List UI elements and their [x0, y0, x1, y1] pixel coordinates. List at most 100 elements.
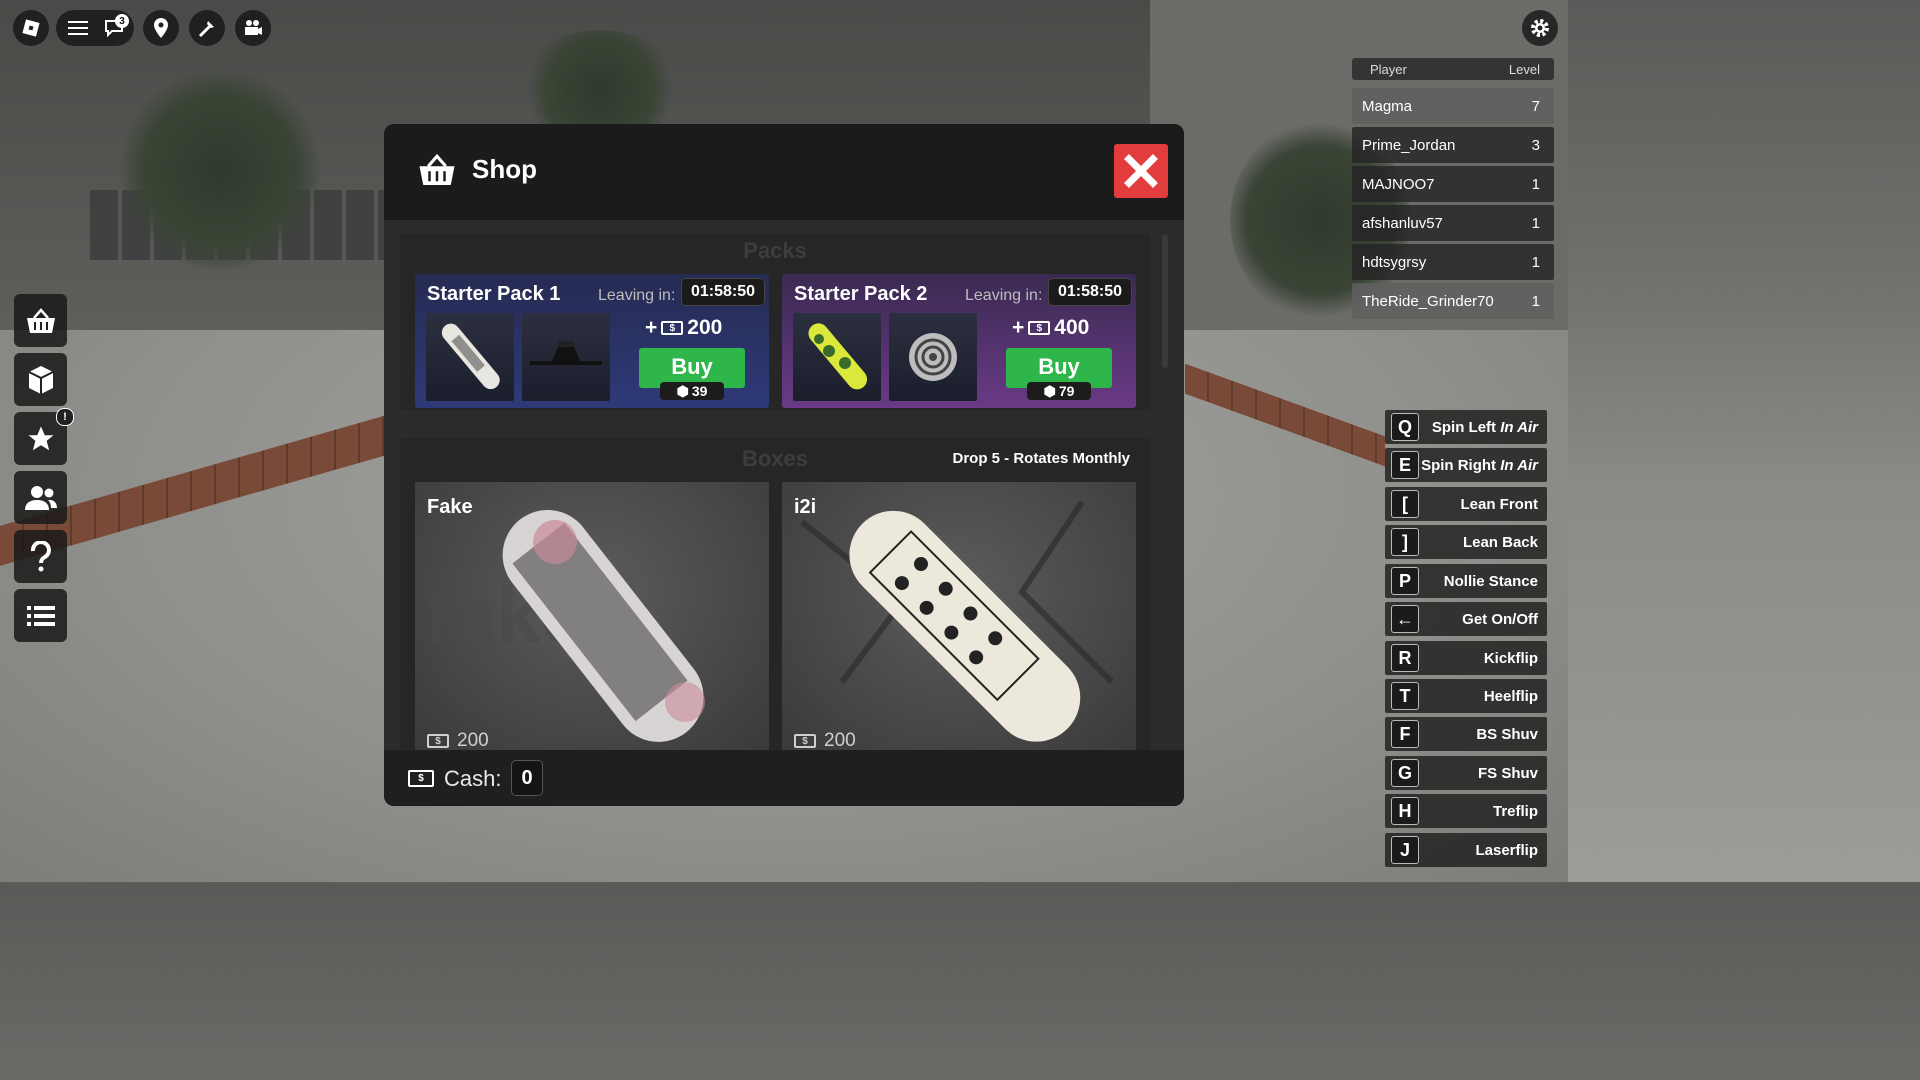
- control-label: Laserflip: [1475, 841, 1538, 859]
- hammer-icon: [198, 21, 214, 38]
- control-label: BS Shuv: [1476, 725, 1538, 743]
- menu-chat-group: 3: [56, 10, 134, 46]
- skateboard-deck-icon: [808, 323, 868, 390]
- player-name: hdtsygrsy: [1362, 253, 1427, 271]
- player-level: 1: [1531, 292, 1540, 310]
- cash-icon: $: [794, 734, 816, 748]
- skateboard-wheel-icon: [909, 333, 957, 381]
- key-cap: Q: [1391, 413, 1419, 441]
- pack-item-thumbnail: [793, 313, 881, 401]
- favorites-alert-badge: !: [56, 408, 74, 426]
- control-hint: ] Lean Back: [1385, 525, 1547, 559]
- cash-icon: $: [427, 734, 449, 748]
- player-level: 7: [1531, 97, 1540, 115]
- list-sidebar-button[interactable]: [14, 589, 67, 642]
- settings-button[interactable]: [1522, 10, 1558, 46]
- cash-icon: $: [408, 770, 434, 787]
- key-cap: [: [1391, 490, 1419, 518]
- inventory-sidebar-button[interactable]: [14, 353, 67, 406]
- control-hint: ← Get On/Off: [1385, 602, 1547, 636]
- box-price: $200: [794, 730, 856, 750]
- help-sidebar-button[interactable]: [14, 530, 67, 583]
- build-button[interactable]: [189, 10, 225, 46]
- hamburger-icon: [67, 21, 88, 35]
- leaving-label: Leaving in:: [965, 287, 1043, 304]
- leaving-label: Leaving in:: [598, 287, 676, 304]
- control-hint: F BS Shuv: [1385, 717, 1547, 751]
- pack-timer: 01:58:50: [681, 278, 765, 306]
- basket-icon: [26, 307, 55, 333]
- cash-balance: 0: [511, 760, 543, 796]
- cube-icon: [28, 365, 53, 394]
- player-name: Magma: [1362, 97, 1413, 115]
- key-cap: F: [1391, 720, 1419, 748]
- chat-notification-badge: 3: [115, 14, 129, 28]
- box-card[interactable]: fake Fake $200: [415, 482, 769, 750]
- control-hint: T Heelflip: [1385, 679, 1547, 713]
- leaderboard-header: Player Level: [1352, 58, 1554, 80]
- question-mark-icon: [30, 540, 51, 571]
- cash-icon: $: [1028, 321, 1051, 335]
- key-cap: H: [1391, 797, 1419, 825]
- box-card[interactable]: i2i $200: [782, 482, 1136, 750]
- leaderboard-row[interactable]: hdtsygrsy 1: [1352, 244, 1554, 280]
- control-hint: H Treflip: [1385, 794, 1547, 828]
- starter-pack-card: Starter Pack 1 Leaving in: 01:58:50 + $20…: [415, 274, 769, 408]
- pack-timer: 01:58:50: [1048, 278, 1132, 306]
- close-shop-button[interactable]: [1114, 144, 1168, 198]
- robux-price: ⬢ 39: [660, 382, 724, 400]
- control-label: Lean Front: [1460, 495, 1539, 513]
- control-hint: P Nollie Stance: [1385, 564, 1547, 598]
- friends-sidebar-button[interactable]: [14, 471, 67, 524]
- leaderboard-row[interactable]: TheRide_Grinder70 1: [1352, 283, 1554, 319]
- key-cap: J: [1391, 836, 1419, 864]
- scrollbar[interactable]: [1162, 234, 1168, 368]
- pack-item-thumbnail: [522, 313, 610, 401]
- control-label: Spin Left In Air: [1431, 418, 1538, 436]
- player-leaderboard: Player Level Magma 7 Prime_Jordan 3 MAJNOO…: [1352, 58, 1554, 319]
- list-icon: [26, 605, 55, 626]
- leaderboard-row[interactable]: Prime_Jordan 3: [1352, 127, 1554, 163]
- shop-title: Shop: [472, 154, 537, 184]
- key-cap: ←: [1391, 605, 1419, 633]
- drop-rotation-label: Drop 5 - Rotates Monthly: [952, 450, 1130, 467]
- gear-icon: [1531, 19, 1549, 37]
- roblox-menu-button[interactable]: [13, 10, 49, 46]
- video-camera-icon: [245, 20, 262, 35]
- leaderboard-row[interactable]: MAJNOO7 1: [1352, 166, 1554, 202]
- hamburger-menu-button[interactable]: [58, 10, 97, 46]
- player-name: Prime_Jordan: [1362, 136, 1456, 154]
- control-label: Lean Back: [1462, 533, 1538, 551]
- leaderboard-row[interactable]: Magma 7: [1352, 88, 1554, 124]
- pack-name: Starter Pack 2: [794, 283, 928, 305]
- key-cap: ]: [1391, 528, 1419, 556]
- star-icon: [28, 426, 53, 450]
- control-label: FS Shuv: [1477, 764, 1538, 782]
- cash-icon: $: [661, 321, 684, 335]
- leaderboard-row[interactable]: afshanluv57 1: [1352, 205, 1554, 241]
- control-hint: R Kickflip: [1385, 641, 1547, 675]
- player-level: 1: [1531, 175, 1540, 193]
- control-label: Get On/Off: [1462, 610, 1538, 628]
- key-cap: P: [1391, 567, 1419, 595]
- player-level: 1: [1531, 214, 1540, 232]
- roblox-logo-icon: [22, 19, 40, 37]
- map-pin-icon: [154, 18, 168, 38]
- player-level: 3: [1531, 136, 1540, 154]
- skateboard-deck-icon: [441, 323, 500, 390]
- chat-button[interactable]: 3: [94, 10, 133, 46]
- location-button[interactable]: [143, 10, 179, 46]
- box-name: Fake: [427, 496, 473, 518]
- robux-icon: ⬢: [676, 382, 689, 399]
- shop-header: Shop: [384, 124, 1184, 220]
- control-label: Nollie Stance: [1443, 572, 1538, 590]
- box-price: $200: [427, 730, 489, 750]
- key-cap: R: [1391, 644, 1419, 672]
- shop-modal: Shop Packs Boxes Drop 5 - Rotates Monthl…: [384, 124, 1184, 806]
- starter-pack-card: Starter Pack 2 Leaving in: 01:58:50 + $40…: [782, 274, 1136, 408]
- level-column-header: Level: [1508, 61, 1540, 77]
- shop-sidebar-button[interactable]: [14, 294, 67, 347]
- cash-label: Cash:: [444, 766, 502, 791]
- camera-button[interactable]: [235, 10, 271, 46]
- packs-section-title: Packs: [743, 238, 807, 263]
